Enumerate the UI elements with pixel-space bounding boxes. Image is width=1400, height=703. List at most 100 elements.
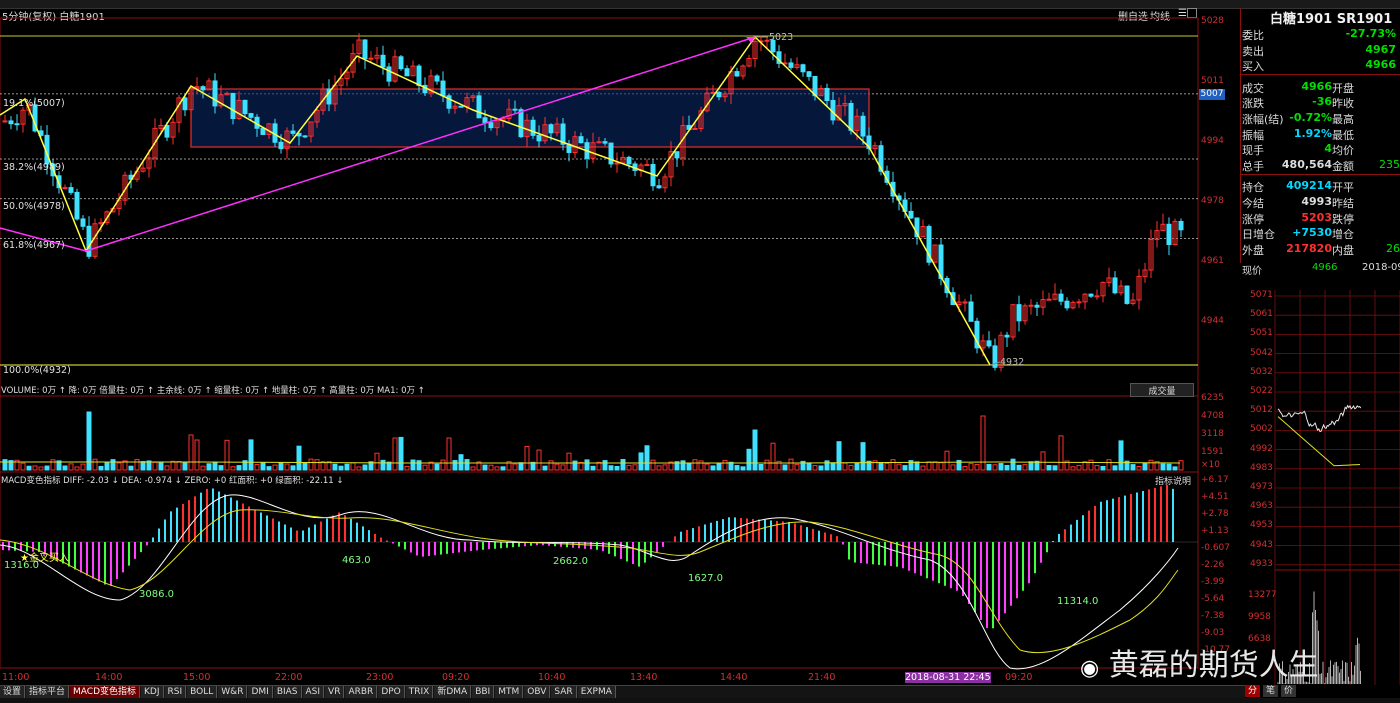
volume-header: VOLUME: 0万 ↑ 降: 0万 倍量柱: 0万 ↑ 主余线: 0万 ↑ 缩… [1,386,425,396]
tab-arbr[interactable]: ARBR [345,686,378,698]
tab-rsi[interactable]: RSI [164,686,187,698]
quote-label: 最高 [1332,113,1354,126]
candle-body [986,340,992,347]
tab-asi[interactable]: ASI [302,686,325,698]
volume-bar [398,436,404,471]
macd-tick: +1.13 [1201,526,1229,536]
candle-body [398,56,404,70]
intraday-volume-tick: 9958 [1248,612,1271,622]
candle-body [848,103,854,131]
tab-minute[interactable]: 分 [1245,685,1261,697]
volume-bar [812,465,818,471]
tab--[interactable]: 设置 [0,686,26,698]
volume-bar [1046,465,1052,471]
time-tick: 10:40 [538,672,566,683]
volume-bar [482,464,488,471]
volume-bar [1112,465,1118,471]
candle-body [788,62,794,68]
tab-sar[interactable]: SAR [551,686,577,698]
tab-macd-[interactable]: MACD变色指标 [70,686,141,698]
volume-bar [746,448,752,471]
quote-label: 最低 [1332,128,1354,142]
volume-bar [104,461,110,471]
volume-bar [140,461,146,471]
macd-tick: -7.38 [1201,611,1225,621]
volume-bar [914,461,920,471]
volume-bar [680,460,686,471]
quote-label: 振幅 [1242,128,1264,142]
quote-value: 4966 [1301,79,1332,93]
volume-bar [950,464,956,471]
volume-bar [944,450,950,471]
tab-kdj[interactable]: KDJ [141,686,164,698]
tab-boll[interactable]: BOLL [187,686,218,698]
candle-body [512,108,518,111]
tab-price[interactable]: 价 [1281,685,1297,697]
volume-bar [734,465,740,471]
main-chart[interactable] [0,0,1240,685]
indicator-help-button[interactable]: 指标说明 [1155,474,1191,487]
volume-bar [1010,458,1016,471]
candle-body [530,119,536,136]
tab--[interactable]: 指标平台 [26,686,70,698]
volume-bar [1076,464,1082,471]
tab-dpo[interactable]: DPO [378,686,405,698]
volume-bar [1118,440,1124,471]
status-bar [0,698,1400,703]
tab-dmi[interactable]: DMI [248,686,273,698]
candle-body [362,39,368,60]
tab-mtm[interactable]: MTM [495,686,524,698]
volume-bar [128,465,134,471]
macd-label: 1627.0 [688,573,723,584]
quote-label: 增仓 [1332,228,1354,242]
tab-tick[interactable]: 笔 [1263,685,1279,697]
quote-value: 217820 [1286,241,1332,255]
quote-value: 4 [1324,142,1332,156]
quote-row: 涨停 5203 跌停 [1240,211,1400,226]
intraday-tick: 5002 [1250,424,1273,435]
tab-expma[interactable]: EXPMA [577,686,616,698]
time-tick: 15:00 [183,672,211,683]
tab-bbi[interactable]: BBI [472,686,495,698]
candle-body [806,71,812,77]
quote-label: 内盘 [1332,243,1354,257]
candle-body [182,97,188,111]
volume-bar [266,466,272,471]
tab-obv[interactable]: OBV [524,686,551,698]
volume-bar [1106,459,1112,471]
volume-bar [788,458,794,471]
volume-bar [878,462,884,471]
volume-bar [224,439,230,471]
current-price-tag: 5007 [1199,89,1225,100]
volume-indicator-button[interactable]: 成交量 [1130,383,1194,397]
volume-bar [848,464,854,471]
volume-bar [416,460,422,471]
quote-value: 5203 [1301,210,1332,224]
fib-label-618: 61.8%(4967) [3,240,65,251]
volume-bar [968,463,974,471]
macd-bars [2,484,1174,629]
time-tick: 2018-08-31 22:45 [905,672,991,683]
volume-bar [686,463,692,471]
candle-body [1028,304,1034,307]
volume-bar [974,464,980,471]
quote-value: 26 [1386,241,1400,255]
candle-body [1004,334,1010,338]
tab--dma[interactable]: 新DMA [434,686,472,698]
candle-body [548,124,554,134]
quote-row: 涨跌 -36 昨收 [1240,95,1400,110]
intraday-tick: 4963 [1250,501,1273,512]
tab-w-r[interactable]: W&R [218,686,248,698]
candle-body [302,135,308,138]
volume-bar [554,463,560,471]
volume-bar [764,459,770,471]
price-tick: 5028 [1201,16,1224,26]
tab-trix[interactable]: TRIX [405,686,434,698]
volume-bar [494,466,500,471]
intraday-tick: 4992 [1250,443,1273,454]
macd-header: MACD变色指标 DIFF: -2.03 ↓ DEA: -0.974 ↓ ZER… [1,476,344,486]
tab-vr[interactable]: VR [325,686,345,698]
candle-body [692,127,698,130]
tab-bias[interactable]: BIAS [273,686,302,698]
volume-bar [248,439,254,471]
